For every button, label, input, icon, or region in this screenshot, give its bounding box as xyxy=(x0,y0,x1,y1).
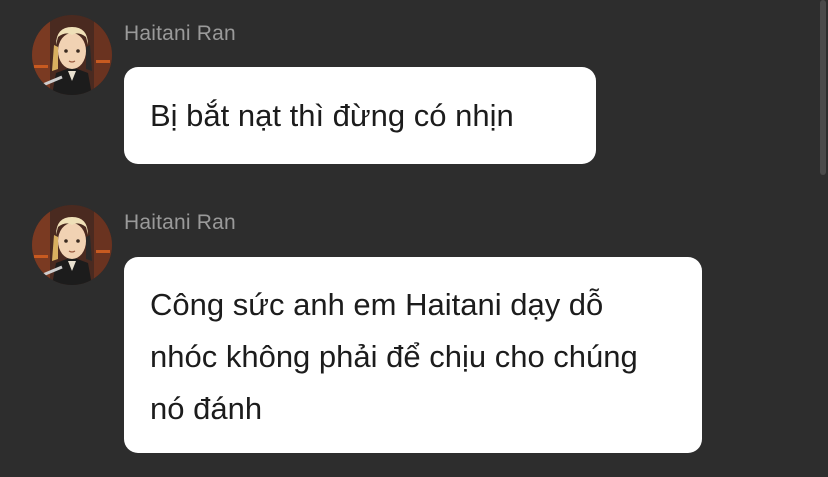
chat-scrollbar[interactable] xyxy=(820,0,826,175)
message-bubble[interactable]: Bị bắt nạt thì đừng có nhịn xyxy=(124,67,596,164)
sender-name: Haitani Ran xyxy=(124,22,236,45)
sender-name: Haitani Ran xyxy=(124,211,236,234)
message-bubble[interactable]: Công sức anh em Haitani dạy dỗ nhóc khôn… xyxy=(124,257,702,453)
avatar-portrait-icon xyxy=(32,205,112,285)
avatar-portrait-icon xyxy=(32,15,112,95)
avatar[interactable] xyxy=(32,205,112,285)
avatar[interactable] xyxy=(32,15,112,95)
